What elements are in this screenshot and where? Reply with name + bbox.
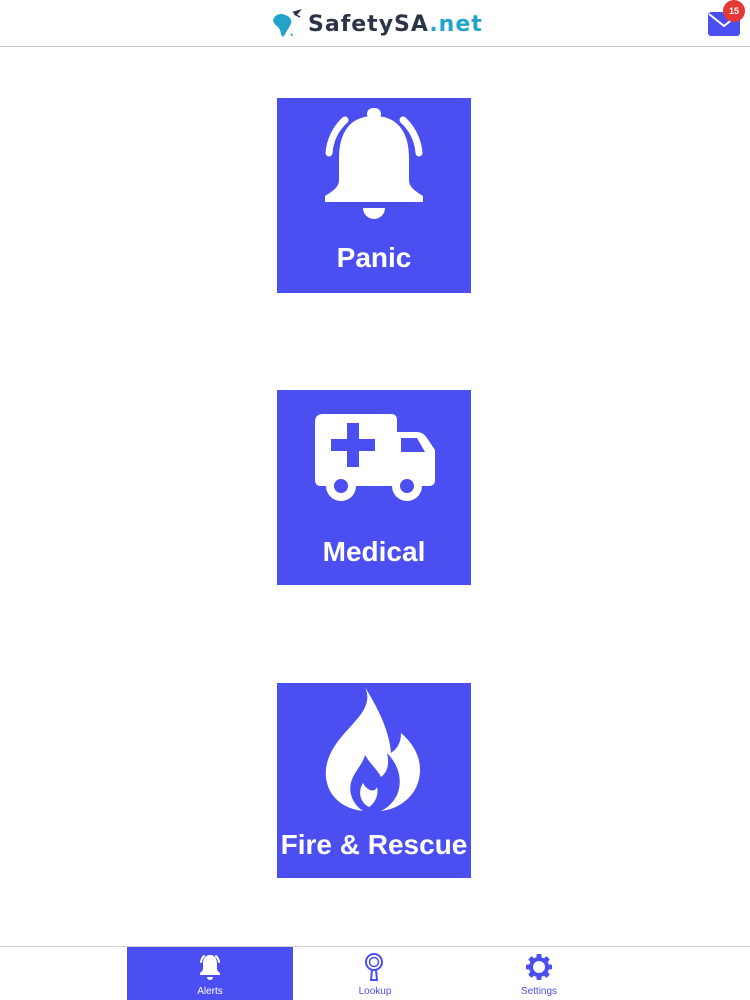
tab-alerts-label: Alerts bbox=[197, 986, 223, 997]
ambulance-icon bbox=[315, 414, 435, 501]
panic-label: Panic bbox=[336, 242, 412, 273]
fire-rescue-button[interactable]: Fire & Rescue bbox=[277, 683, 471, 878]
medical-label: Medical bbox=[322, 536, 426, 567]
top-header: SafetySA.net 15 bbox=[0, 0, 750, 47]
africa-map-logo-icon bbox=[273, 9, 302, 37]
logo-suffix: .net bbox=[429, 11, 483, 37]
tab-alerts[interactable]: Alerts bbox=[127, 947, 293, 1000]
magnifier-icon bbox=[365, 953, 383, 981]
fire-rescue-label: Fire & Rescue bbox=[280, 829, 468, 860]
bell-icon bbox=[325, 108, 423, 219]
gear-icon bbox=[526, 954, 552, 980]
fire-icon bbox=[325, 687, 421, 811]
bottom-tab-bar: Alerts Lookup Settings bbox=[0, 946, 750, 1000]
safetysa-logo: SafetySA.net bbox=[268, 7, 483, 41]
app-root: SafetySA.net 15 Panic Medical Fire & Res… bbox=[0, 0, 750, 1000]
tab-lookup-label: Lookup bbox=[358, 986, 392, 997]
tab-lookup[interactable]: Lookup bbox=[292, 947, 458, 1000]
bell-icon bbox=[200, 955, 220, 980]
inbox-count-badge: 15 bbox=[723, 0, 745, 22]
panic-button[interactable]: Panic bbox=[277, 98, 471, 293]
tab-settings[interactable]: Settings bbox=[456, 947, 622, 1000]
logo-name: SafetySA bbox=[308, 11, 430, 37]
medical-button[interactable]: Medical bbox=[277, 390, 471, 585]
logo-wordmark: SafetySA.net bbox=[308, 12, 483, 37]
tab-settings-label: Settings bbox=[520, 986, 558, 997]
